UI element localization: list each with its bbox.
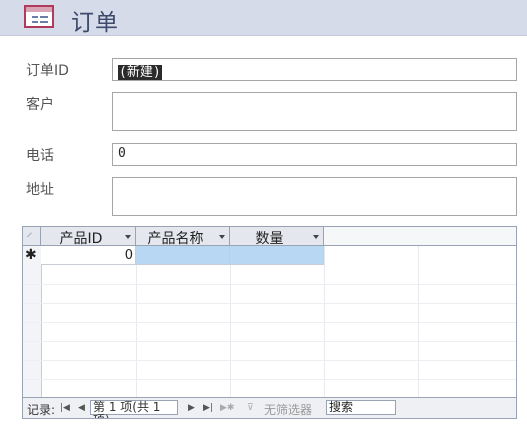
order-details-subform[interactable]: 产品ID 产品名称 数量 ✱ 0 记录: |◀ ◀ 第 1 项(共 1 项) ▶… <box>22 226 517 419</box>
last-record-icon[interactable]: ▶| <box>203 403 213 413</box>
phone-label: 电话 <box>26 148 54 164</box>
record-navigation-bar: 记录: |◀ ◀ 第 1 项(共 1 项) ▶ ▶| ▶✱ ⊽ 无筛选器 搜索 <box>23 397 516 418</box>
phone-value: 0 <box>118 146 126 161</box>
form-icon <box>24 5 54 28</box>
previous-record-icon[interactable]: ◀ <box>78 403 85 413</box>
phone-field[interactable]: 0 <box>112 143 517 166</box>
new-record-icon: ✱ <box>25 247 37 263</box>
form-title: 订单 <box>71 10 119 36</box>
new-row-product-id[interactable]: 0 <box>41 246 136 265</box>
select-all-corner[interactable] <box>23 227 41 246</box>
next-record-icon[interactable]: ▶ <box>188 403 195 413</box>
column-header-quantity[interactable]: 数量 <box>230 227 324 247</box>
column-header-product-name[interactable]: 产品名称 <box>136 227 230 247</box>
new-record-nav-icon[interactable]: ▶✱ <box>220 403 234 413</box>
column-header-product-id-label: 产品ID <box>59 231 103 247</box>
column-header-product-id[interactable]: 产品ID <box>41 227 136 247</box>
header-filler <box>324 227 516 246</box>
order-id-label: 订单ID <box>26 63 69 79</box>
column-header-quantity-label: 数量 <box>255 231 284 247</box>
search-input[interactable]: 搜索 <box>326 400 396 415</box>
record-label: 记录: <box>27 403 56 417</box>
column-header-product-name-label: 产品名称 <box>147 231 204 247</box>
new-row-quantity[interactable] <box>230 246 324 265</box>
current-record-box[interactable]: 第 1 项(共 1 项) <box>90 400 178 418</box>
customer-label: 客户 <box>26 97 54 113</box>
dropdown-arrow-icon[interactable] <box>125 235 131 239</box>
dropdown-arrow-icon[interactable] <box>219 235 225 239</box>
no-filter-label[interactable]: 无筛选器 <box>264 401 312 418</box>
first-record-icon[interactable]: |◀ <box>60 403 70 413</box>
order-id-field[interactable]: (新建) <box>112 58 517 81</box>
customer-field[interactable] <box>112 92 517 131</box>
new-row-product-name[interactable] <box>136 246 230 265</box>
address-field[interactable] <box>112 177 517 216</box>
dropdown-arrow-icon[interactable] <box>313 235 319 239</box>
address-label: 地址 <box>26 182 54 198</box>
order-id-value: (新建) <box>118 65 162 80</box>
form-header: 订单 <box>0 0 527 36</box>
filter-icon: ⊽ <box>247 403 254 413</box>
